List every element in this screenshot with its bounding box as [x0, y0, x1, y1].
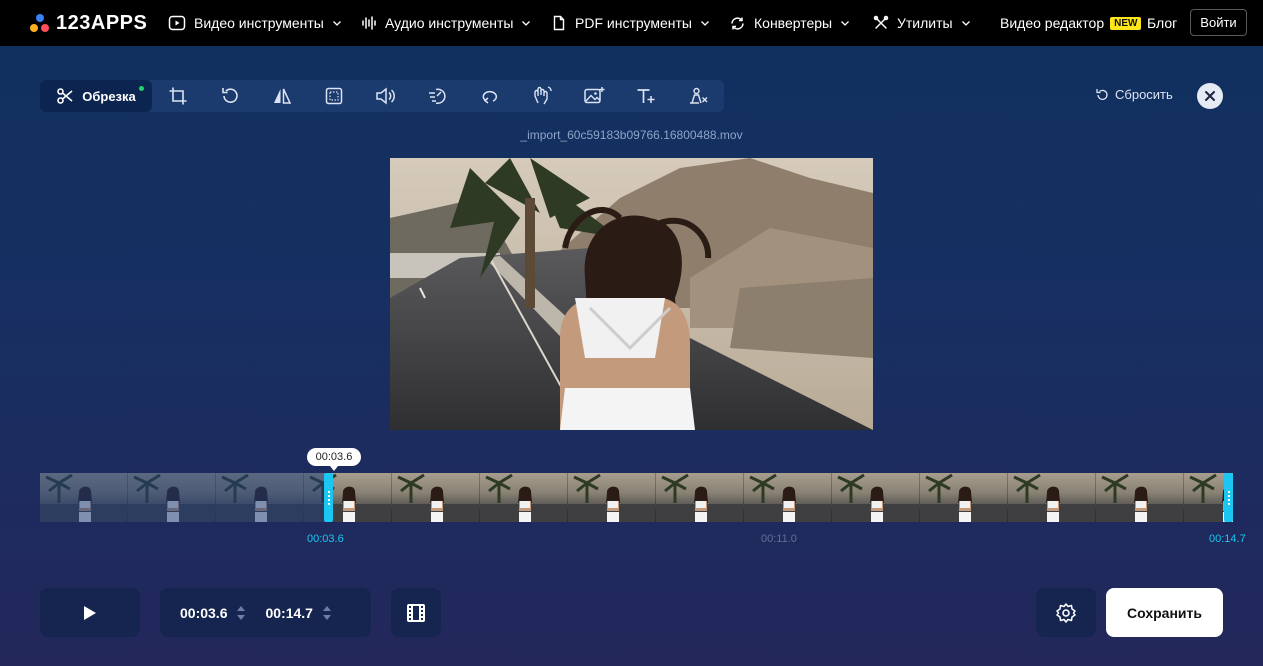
rotate-icon: [222, 88, 238, 103]
start-time-stepper[interactable]: [237, 605, 246, 620]
timeline-start-label: 00:03.6: [307, 533, 344, 545]
timeline-end-label: 00:14.7: [1209, 533, 1246, 545]
video-preview[interactable]: [390, 158, 873, 430]
login-button[interactable]: Войти: [1190, 9, 1247, 36]
document-icon: [553, 15, 565, 31]
close-icon: [1205, 91, 1215, 101]
undo-icon: [1096, 88, 1108, 100]
image-icon: [584, 87, 605, 104]
tool-flip[interactable]: [256, 80, 308, 112]
film-strip-icon: [407, 603, 425, 622]
timeline-strip[interactable]: [40, 473, 1233, 522]
top-navigation-bar: 123APPS Видео инструменты Аудио инструме…: [0, 0, 1263, 46]
timeline-frame-thumbnail: [920, 473, 1008, 522]
nav-pdf-tools-label: PDF инструменты: [575, 15, 692, 31]
video-frame-image: [390, 158, 873, 430]
crop-icon: [169, 87, 187, 105]
playhead-time-tooltip: 00:03.6: [307, 448, 361, 471]
chevron-down-icon: [332, 21, 341, 26]
nav-converters[interactable]: Конвертеры: [729, 0, 850, 46]
active-indicator: [139, 86, 144, 91]
tool-volume[interactable]: [360, 80, 412, 112]
tool-remove-logo[interactable]: [672, 80, 724, 112]
trimmed-region-overlay: [40, 473, 328, 522]
logo-dots-icon: [30, 13, 50, 34]
logo-text: 123APPS: [56, 12, 148, 34]
chevron-up-icon[interactable]: [322, 605, 331, 611]
file-name: _import_60c59183b09766.16800488.mov: [520, 128, 743, 142]
save-button[interactable]: Сохранить: [1106, 588, 1223, 637]
trim-time-inputs: 00:03.6 00:14.7: [160, 588, 371, 637]
trim-end-handle[interactable]: [1224, 473, 1233, 522]
tool-stabilize[interactable]: [516, 80, 568, 112]
tool-rotate[interactable]: [204, 80, 256, 112]
end-time-stepper[interactable]: [322, 605, 331, 620]
tools-icon: [873, 15, 889, 29]
timeline-frame-thumbnail: [656, 473, 744, 522]
trim-start-handle[interactable]: [324, 473, 333, 522]
timeline-frame-thumbnail: [1096, 473, 1184, 522]
scissors-icon: [57, 88, 73, 104]
tool-resize[interactable]: [308, 80, 360, 112]
timeline-frame-thumbnail: [744, 473, 832, 522]
chevron-down-icon: [841, 21, 850, 26]
timeline-frame-thumbnail: [568, 473, 656, 522]
nav-video-tools-label: Видео инструменты: [194, 15, 324, 31]
end-time-input[interactable]: 00:14.7: [265, 605, 312, 621]
tool-add-text[interactable]: [620, 80, 672, 112]
reset-label: Сбросить: [1115, 87, 1173, 102]
tool-trim-label: Обрезка: [82, 88, 136, 104]
chevron-down-icon[interactable]: [237, 614, 246, 620]
settings-button[interactable]: [1036, 588, 1096, 637]
chevron-up-icon[interactable]: [237, 605, 246, 611]
nav-converters-label: Конвертеры: [754, 15, 833, 31]
close-button[interactable]: [1197, 83, 1223, 109]
frame-mode-button[interactable]: [391, 588, 441, 637]
nav-audio-tools[interactable]: Аудио инструменты: [361, 0, 531, 46]
resize-icon: [325, 87, 343, 105]
timeline-frame-thumbnail: [480, 473, 568, 522]
speed-icon: [429, 88, 446, 104]
text-icon: [637, 89, 655, 103]
new-badge: NEW: [1110, 16, 1142, 30]
stabilize-icon: [534, 86, 552, 105]
logo[interactable]: 123APPS: [30, 12, 147, 35]
chevron-down-icon[interactable]: [322, 614, 331, 620]
nav-video-tools[interactable]: Видео инструменты: [168, 0, 342, 46]
tool-speed[interactable]: [412, 80, 464, 112]
play-icon: [84, 605, 96, 620]
gear-icon: [1056, 602, 1076, 623]
loop-icon: [482, 90, 498, 104]
chevron-down-icon: [961, 21, 970, 26]
tool-add-image[interactable]: [568, 80, 620, 112]
nav-blog[interactable]: Блог: [1147, 0, 1177, 46]
volume-icon: [376, 87, 395, 105]
tool-crop[interactable]: [152, 80, 204, 112]
chevron-down-icon: [522, 21, 531, 26]
play-button[interactable]: [40, 588, 140, 637]
nav-pdf-tools[interactable]: PDF инструменты: [551, 0, 710, 46]
reset-button[interactable]: Сбросить: [1095, 87, 1173, 102]
refresh-icon: [731, 16, 744, 30]
timeline-mid-label: 00:11.0: [761, 533, 797, 545]
flip-icon: [274, 88, 292, 104]
tool-loop[interactable]: [464, 80, 516, 112]
tool-trim[interactable]: Обрезка: [40, 80, 152, 112]
nav-utilities[interactable]: Утилиты: [873, 0, 971, 46]
nav-video-editor[interactable]: Видео редактор NEW: [1000, 0, 1142, 46]
nav-video-editor-label: Видео редактор: [1000, 15, 1105, 31]
waveform-icon: [362, 16, 376, 30]
chevron-down-icon: [700, 21, 709, 26]
remove-logo-icon: [690, 87, 708, 104]
start-time-input[interactable]: 00:03.6: [180, 605, 227, 621]
timeline-frame-thumbnail: [1008, 473, 1096, 522]
nav-audio-tools-label: Аудио инструменты: [385, 15, 514, 31]
play-circle-icon: [168, 15, 186, 31]
timeline-frame-thumbnail: [832, 473, 920, 522]
timeline-frame-thumbnail: [392, 473, 480, 522]
nav-blog-label: Блог: [1147, 15, 1178, 31]
nav-utilities-label: Утилиты: [897, 15, 953, 31]
editor-toolbar: Обрезка: [40, 80, 724, 112]
